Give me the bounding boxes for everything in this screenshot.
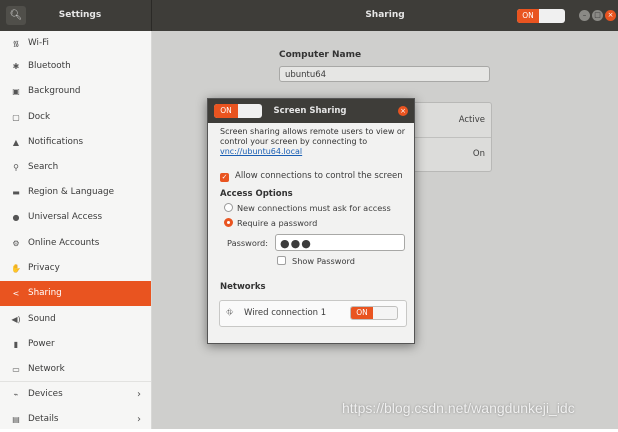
radio-label: New connections must ask for access bbox=[237, 203, 391, 213]
network-wired-icon: ⛗ bbox=[226, 308, 234, 318]
sidebar-item-label: Background bbox=[28, 86, 81, 96]
chevron-right-icon: › bbox=[137, 389, 141, 400]
sidebar-item-label: Wi-Fi bbox=[28, 38, 49, 48]
sidebar-item-label: Universal Access bbox=[28, 212, 103, 222]
close-icon[interactable]: × bbox=[605, 10, 616, 21]
radio-icon[interactable] bbox=[224, 203, 233, 212]
network-icon: ▭ bbox=[12, 365, 20, 374]
sidebar-item-sharing[interactable]: < Sharing bbox=[0, 281, 151, 306]
computer-name-label: Computer Name bbox=[279, 50, 362, 60]
service-status: On bbox=[472, 149, 485, 159]
privacy-icon: ✋ bbox=[11, 264, 21, 273]
bluetooth-icon: ✱ bbox=[12, 62, 20, 71]
sidebar-item-label: Power bbox=[28, 339, 55, 349]
sidebar-item-label: Devices bbox=[28, 389, 63, 399]
dock-icon: ▢ bbox=[12, 113, 20, 122]
access-options-title: Access Options bbox=[220, 189, 293, 199]
networks-title: Networks bbox=[220, 282, 266, 292]
allow-control-checkbox-row[interactable]: ✓ Allow connections to control the screen bbox=[220, 170, 403, 182]
speaker-icon: ◀) bbox=[11, 315, 21, 324]
accessibility-icon: ● bbox=[12, 213, 20, 222]
checkbox-icon[interactable] bbox=[277, 256, 286, 265]
title-bar: 🔍︎ Settings Sharing ON – □ × bbox=[0, 0, 618, 31]
computer-name-input[interactable]: ubuntu64 bbox=[279, 66, 490, 82]
sidebar-item-network[interactable]: ▭ Network bbox=[0, 357, 151, 382]
sidebar-item-search[interactable]: ⚲ Search bbox=[0, 155, 151, 180]
sidebar-item-label: Sharing bbox=[28, 288, 62, 298]
radio-label: Require a password bbox=[237, 218, 318, 228]
sidebar-item-label: Search bbox=[28, 162, 59, 172]
background-icon: ▣ bbox=[12, 87, 20, 96]
sidebar-item-label: Dock bbox=[28, 112, 51, 122]
sidebar-item-universal-access[interactable]: ● Universal Access bbox=[0, 205, 151, 230]
network-toggle-label: ON bbox=[351, 307, 373, 319]
allow-control-label: Allow connections to control the screen bbox=[235, 171, 403, 181]
password-label: Password: bbox=[227, 238, 269, 248]
screen-sharing-toggle[interactable]: ON bbox=[214, 104, 262, 118]
dialog-header: ON Screen Sharing × bbox=[208, 99, 414, 123]
network-toggle[interactable]: ON bbox=[350, 306, 398, 320]
show-password-label: Show Password bbox=[292, 256, 355, 266]
show-password-checkbox-row[interactable]: Show Password bbox=[277, 256, 355, 267]
watermark: https://blog.csdn.net/wangdunkeji_idc bbox=[342, 400, 575, 416]
sharing-toggle-label: ON bbox=[517, 9, 539, 23]
sidebar-item-region-language[interactable]: ▬ Region & Language bbox=[0, 180, 151, 205]
region-icon: ▬ bbox=[12, 188, 20, 197]
sidebar-item-label: Bluetooth bbox=[28, 61, 71, 71]
sidebar-item-dock[interactable]: ▢ Dock bbox=[0, 105, 151, 130]
sidebar-item-label: Details bbox=[28, 414, 59, 424]
devices-icon: ⌁ bbox=[13, 390, 19, 399]
sidebar-item-label: Privacy bbox=[28, 263, 60, 273]
search-icon: ⚲ bbox=[13, 163, 19, 172]
network-name: Wired connection 1 bbox=[244, 308, 327, 318]
description-text: Screen sharing allows remote users to vi… bbox=[220, 127, 406, 146]
sidebar-item-bluetooth[interactable]: ✱ Bluetooth bbox=[0, 54, 151, 79]
screen-sharing-dialog: ON Screen Sharing × Screen sharing allow… bbox=[207, 98, 415, 344]
sidebar-item-sound[interactable]: ◀) Sound bbox=[0, 307, 151, 332]
panel-title: Sharing bbox=[365, 10, 405, 20]
close-icon[interactable]: × bbox=[398, 106, 408, 116]
sidebar-item-wifi[interactable]: ᯾ Wi-Fi bbox=[0, 31, 151, 56]
sidebar-item-details[interactable]: ▤ Details › bbox=[0, 407, 151, 432]
vnc-link[interactable]: vnc://ubuntu64.local bbox=[220, 147, 302, 156]
search-button[interactable]: 🔍︎ bbox=[6, 6, 26, 25]
sidebar-item-power[interactable]: ▮ Power bbox=[0, 332, 151, 357]
power-icon: ▮ bbox=[13, 340, 19, 349]
chevron-right-icon: › bbox=[137, 414, 141, 425]
sidebar-item-label: Sound bbox=[28, 314, 56, 324]
sharing-toggle[interactable]: ON bbox=[517, 9, 565, 23]
bell-icon: ▲ bbox=[12, 138, 20, 147]
sidebar-item-online-accounts[interactable]: ⚙ Online Accounts bbox=[0, 231, 151, 256]
sidebar-item-notifications[interactable]: ▲ Notifications bbox=[0, 130, 151, 155]
radio-new-connections[interactable]: New connections must ask for access bbox=[224, 203, 391, 214]
radio-require-password[interactable]: Require a password bbox=[224, 218, 317, 229]
network-row: ⛗ Wired connection 1 ON bbox=[219, 300, 407, 327]
search-icon: 🔍︎ bbox=[9, 10, 23, 21]
maximize-icon[interactable]: □ bbox=[592, 10, 603, 21]
sidebar-item-devices[interactable]: ⌁ Devices › bbox=[0, 382, 151, 407]
sidebar: ᯾ Wi-Fi ✱ Bluetooth ▣ Background ▢ Dock … bbox=[0, 31, 152, 429]
app-title: Settings bbox=[58, 10, 102, 20]
check-icon[interactable]: ✓ bbox=[220, 173, 229, 182]
sidebar-item-label: Region & Language bbox=[28, 187, 114, 197]
settings-header: 🔍︎ Settings bbox=[0, 0, 152, 31]
password-field[interactable]: ●●● bbox=[275, 234, 405, 251]
accounts-icon: ⚙ bbox=[12, 239, 20, 248]
radio-selected-icon[interactable] bbox=[224, 218, 233, 227]
sidebar-item-label: Online Accounts bbox=[28, 238, 100, 248]
dialog-title: Screen Sharing bbox=[273, 106, 347, 116]
description: Screen sharing allows remote users to vi… bbox=[220, 127, 408, 157]
service-status: Active bbox=[458, 115, 485, 125]
share-icon: < bbox=[12, 289, 20, 298]
sidebar-item-privacy[interactable]: ✋ Privacy bbox=[0, 256, 151, 281]
toggle-label: ON bbox=[214, 104, 238, 118]
sidebar-item-label: Notifications bbox=[28, 137, 84, 147]
sidebar-item-background[interactable]: ▣ Background bbox=[0, 79, 151, 104]
wifi-icon: ᯾ bbox=[12, 39, 20, 48]
minimize-icon[interactable]: – bbox=[579, 10, 590, 21]
details-icon: ▤ bbox=[12, 415, 20, 424]
sidebar-item-label: Network bbox=[28, 364, 65, 374]
